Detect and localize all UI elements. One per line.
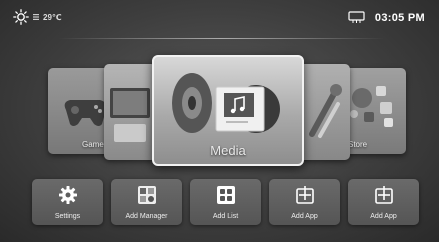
tile-add-list[interactable]: Add List	[190, 179, 261, 225]
app-grid-icon	[216, 186, 235, 204]
header-divider	[58, 38, 385, 39]
tv-icon	[110, 88, 150, 142]
carousel-card-tv[interactable]	[104, 64, 156, 160]
tile-add-app-1[interactable]: Add App	[269, 179, 340, 225]
carousel-label-store: Store	[348, 140, 368, 149]
weather-widget: 29℃	[13, 9, 62, 25]
tile-label-settings: Settings	[54, 213, 81, 220]
tile-settings[interactable]: Settings	[32, 179, 103, 225]
carousel-card-tools[interactable]	[298, 64, 350, 160]
carousel-card-media[interactable]: Media	[152, 55, 304, 166]
music-icon	[172, 73, 280, 133]
tile-label-add-manager: Add Manager	[125, 213, 168, 220]
tile-label-add-list: Add List	[212, 213, 239, 220]
tile-label-add-app-1: Add App	[291, 213, 318, 220]
temperature-text: 29℃	[43, 12, 62, 22]
tile-label-add-app-2: Add App	[370, 213, 397, 220]
gear-icon	[58, 186, 77, 204]
add-app-icon	[295, 186, 314, 204]
signal-bars-icon	[33, 14, 39, 20]
sun-icon	[13, 9, 29, 25]
carousel-label-game: Game	[82, 140, 104, 149]
status-right: 03:05 PM	[348, 11, 425, 24]
tile-add-app-2[interactable]: Add App	[348, 179, 419, 225]
network-icon[interactable]	[348, 11, 365, 24]
carousel-label-media: Media	[210, 143, 246, 158]
tile-add-manager[interactable]: Add Manager	[111, 179, 182, 225]
photo-grid-icon	[137, 186, 156, 204]
add-app-icon	[374, 186, 393, 204]
clock-text: 03:05 PM	[374, 11, 425, 24]
tools-icon	[309, 84, 342, 138]
